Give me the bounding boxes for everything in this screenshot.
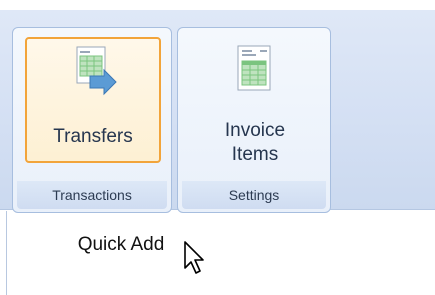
group-caption-settings: Settings xyxy=(182,181,326,209)
ribbon-group-settings: Invoice Items Settings xyxy=(177,27,331,213)
group-caption-transactions: Transactions xyxy=(17,181,167,209)
ribbon-group-transactions: Transfers Transactions xyxy=(12,27,172,213)
transfer-sheet-icon xyxy=(74,46,118,103)
invoice-items-label: Invoice Items xyxy=(224,120,286,165)
invoice-items-button[interactable]: Invoice Items xyxy=(186,35,324,175)
window-top-strip xyxy=(0,0,435,10)
invoice-sheet-icon xyxy=(234,45,278,102)
ribbon-toolbar: Transfers Transactions Invoice Items Set… xyxy=(0,10,435,213)
transfers-label: Transfers xyxy=(53,126,133,147)
mouse-pointer-icon xyxy=(183,240,209,281)
panel-left-border xyxy=(6,211,7,295)
transfers-button[interactable]: Transfers xyxy=(25,37,161,163)
